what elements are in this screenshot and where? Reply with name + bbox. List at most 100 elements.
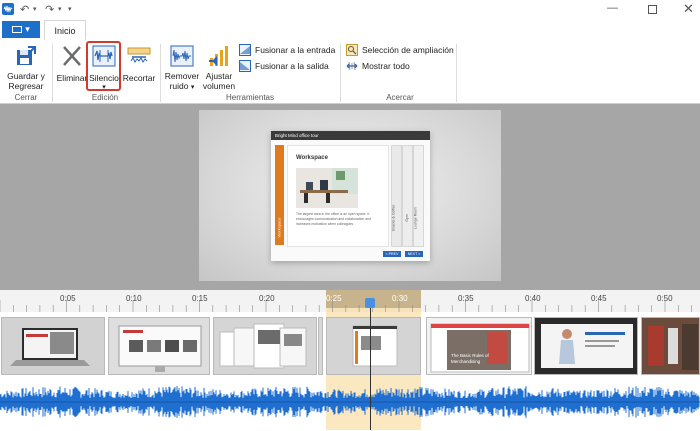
- redo-icon[interactable]: ↷: [45, 3, 54, 16]
- tick-label: 0:45: [591, 294, 607, 303]
- zoom-selection-icon: [346, 44, 358, 56]
- slide-prev-button[interactable]: < PREV: [383, 251, 401, 257]
- delete-icon: [63, 46, 81, 66]
- group-divider: [160, 44, 161, 102]
- undo-dropdown-icon[interactable]: ▾: [33, 5, 37, 13]
- tab-inicio[interactable]: Inicio: [44, 20, 86, 41]
- waveform-icon: [2, 3, 14, 15]
- site-thumbnail: [427, 318, 531, 374]
- tick-label: 0:05: [60, 294, 76, 303]
- cards-thumbnail: [214, 318, 316, 374]
- thumbnail[interactable]: The Basic Rules of Merchandising: [426, 317, 532, 375]
- group-divider: [456, 44, 457, 102]
- slide-tab-1: Snacks & Coffee: [391, 145, 402, 247]
- remove-noise-label-2: ruido: [169, 81, 189, 91]
- fade-in-label: Fusionar a la entrada: [255, 45, 336, 55]
- tick-label: 0:15: [192, 294, 208, 303]
- zoom-selection-label: Selección de ampliación: [362, 45, 454, 55]
- group-divider: [52, 44, 53, 102]
- silence-dropdown-icon[interactable]: ▾: [102, 83, 106, 93]
- thumbnail[interactable]: [318, 317, 323, 375]
- adjust-volume-label-2: volumen: [202, 81, 236, 91]
- undo-icon[interactable]: ↶: [20, 3, 29, 16]
- fade-out-icon: [239, 60, 251, 72]
- thumbnail-caption-1: The Basic Rules of: [451, 353, 489, 358]
- slide-window-title: Bright Mind office tour: [271, 131, 430, 140]
- save-return-button[interactable]: Guardar y Regresar: [5, 44, 47, 91]
- remove-noise-label-2-wrap: ruido ▾: [170, 81, 195, 93]
- thumbnail[interactable]: [108, 317, 210, 375]
- slide-tab-label-2: Gym: [404, 214, 409, 222]
- tick-label: 0:25: [326, 294, 342, 303]
- save-return-label-2: Regresar: [8, 81, 44, 91]
- thumbnail[interactable]: [534, 317, 638, 375]
- tick-label: 0:35: [458, 294, 474, 303]
- trim-icon: [127, 47, 151, 63]
- delete-label: Eliminar: [56, 73, 88, 83]
- group-label-acercar: Acercar: [386, 93, 414, 102]
- save-icon: [17, 46, 36, 65]
- audio-waveform[interactable]: [0, 378, 700, 430]
- slide-window: Bright Mind office tour Workspace Worksp…: [271, 131, 430, 261]
- trim-label: Recortar: [122, 73, 156, 83]
- slide-side-tab: Workspace: [275, 145, 284, 245]
- close-icon[interactable]: ✕: [683, 1, 694, 17]
- fade-out-button[interactable]: Fusionar a la salida: [239, 59, 329, 73]
- customize-toolbar-icon[interactable]: ▾: [68, 5, 72, 13]
- thumbnail[interactable]: [641, 317, 700, 375]
- volume-icon: [209, 46, 228, 66]
- laptop-thumbnail: [2, 318, 104, 374]
- maximize-icon[interactable]: [648, 5, 657, 14]
- fade-in-icon: [239, 44, 251, 56]
- slide-tab-label-3: Lounge Room: [413, 206, 418, 230]
- redo-dropdown-icon[interactable]: ▾: [58, 5, 62, 13]
- slide-content-card: Workspace The largest area in the office…: [287, 145, 389, 247]
- remove-noise-button[interactable]: Remover ruido ▾: [163, 44, 201, 93]
- tick-label: 0:30: [392, 294, 408, 303]
- store-thumbnail: [642, 318, 699, 374]
- slide-tab-3: Lounge Room: [413, 145, 424, 247]
- thumbnail-caption-2: Merchandising: [451, 359, 481, 364]
- show-all-label: Mostrar todo: [362, 61, 410, 71]
- show-all-button[interactable]: Mostrar todo: [346, 59, 410, 73]
- playhead[interactable]: [370, 298, 371, 430]
- group-label-edicion: Edición: [91, 93, 119, 102]
- group-label-herramientas: Herramientas: [225, 93, 274, 102]
- fade-in-button[interactable]: Fusionar a la entrada: [239, 43, 335, 57]
- group-label-cerrar: Cerrar: [14, 93, 38, 102]
- slide-next-button[interactable]: NEXT >: [405, 251, 423, 257]
- slide-body-text: The largest area in the office is an ope…: [296, 212, 371, 226]
- presenter-thumbnail: [535, 318, 637, 374]
- zoom-selection-button[interactable]: Selección de ampliación: [346, 43, 454, 57]
- tab-row: [0, 20, 700, 41]
- noise-icon: [170, 45, 194, 67]
- tick-label: 0:50: [657, 294, 673, 303]
- minimize-icon[interactable]: —: [607, 2, 618, 14]
- monitor-thumbnail: [109, 318, 209, 374]
- silence-button[interactable]: Silencio ▾: [87, 44, 121, 93]
- trim-button[interactable]: Recortar: [121, 44, 157, 83]
- playhead-handle[interactable]: [365, 298, 375, 308]
- thumbnail[interactable]: [1, 317, 105, 375]
- slide-heading: Workspace: [296, 155, 328, 161]
- show-all-icon: [346, 61, 358, 71]
- slide-side-tab-label: Workspace: [276, 217, 282, 238]
- delete-button[interactable]: Eliminar: [55, 44, 89, 83]
- thumbnail[interactable]: [326, 317, 421, 375]
- fade-out-label: Fusionar a la salida: [255, 61, 329, 71]
- adjust-volume-button[interactable]: Ajustar volumen: [201, 44, 237, 91]
- office-photo: [296, 168, 358, 208]
- slide-tab-label-1: Snacks & Coffee: [391, 204, 396, 232]
- chevron-down-icon: ▾: [190, 84, 195, 91]
- silence-label: Silencio: [89, 73, 119, 83]
- group-divider: [340, 44, 341, 102]
- silence-icon: [92, 45, 116, 67]
- tick-label: 0:20: [259, 294, 275, 303]
- thumbnail[interactable]: [213, 317, 317, 375]
- file-menu-button[interactable]: ▾: [2, 21, 40, 38]
- menu-grid-icon: [12, 26, 23, 33]
- slide-tab-2: Gym: [402, 145, 413, 247]
- save-return-label-1: Guardar y: [7, 71, 45, 81]
- adjust-volume-label-1: Ajustar: [205, 71, 233, 81]
- remove-noise-label-1: Remover: [164, 71, 200, 81]
